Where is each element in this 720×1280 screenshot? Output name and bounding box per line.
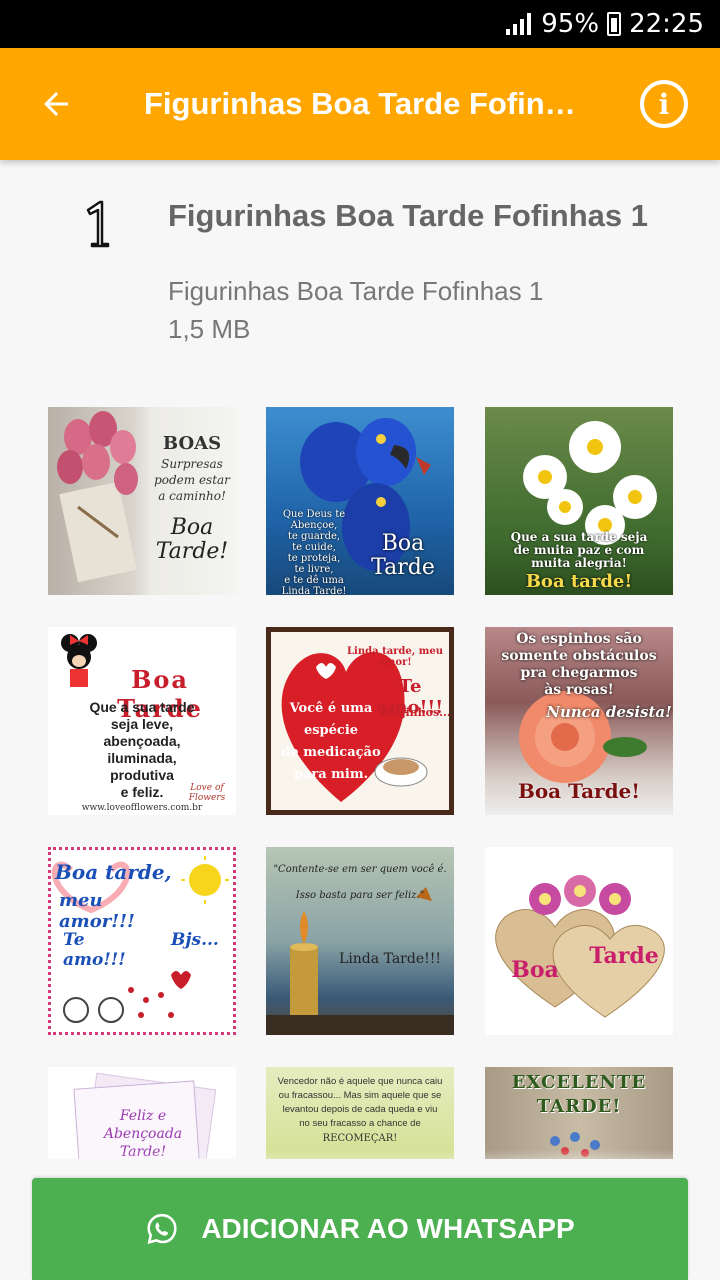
sticker-coracao-medicacao[interactable]: Linda tarde, meu amor! Te amo!!! Beijinh…	[266, 627, 454, 815]
app-bar: Figurinhas Boa Tarde Fofinhas 1 i	[0, 48, 720, 160]
sticker-coracoes-rosas[interactable]: Boa Tarde	[485, 847, 673, 1035]
info-icon: i	[640, 80, 688, 128]
pack-size: 1,5 MB	[168, 314, 251, 344]
status-bar: 95% 22:25	[0, 0, 720, 48]
signal-icon	[506, 13, 532, 35]
tulips-image	[57, 411, 138, 583]
info-button[interactable]: i	[608, 48, 720, 160]
pack-name: Figurinhas Boa Tarde Fofinhas 1	[168, 198, 648, 233]
battery-icon	[607, 12, 622, 36]
sticker-margaridas[interactable]: Que a sua tarde seja de muita paz e com mu…	[485, 407, 673, 595]
sticker-vencedor[interactable]: Vencedor não é aquele que nunca caiu ou f…	[266, 1067, 454, 1159]
add-to-whatsapp-button[interactable]: ADICIONAR AO WHATSAPP	[32, 1178, 688, 1280]
sticker-grid: BOAS Surpresas podem estar a caminho! Bo…	[48, 407, 674, 1159]
clock: 22:25	[629, 9, 704, 39]
arrow-back-icon	[44, 92, 68, 116]
hearts-roses-image	[495, 875, 665, 1018]
sticker-araras-boa-tarde[interactable]: Que Deus te Abençoe, te guarde, te cuide, …	[266, 407, 454, 595]
sticker-vela[interactable]: "Contente-se em ser quem você é. Isso bas…	[266, 847, 454, 1035]
add-button-label: ADICIONAR AO WHATSAPP	[201, 1213, 575, 1244]
battery-percent: 95%	[541, 9, 600, 39]
sticker-rosa-espinhos[interactable]: Os espinhos são somente obstáculos pra ch…	[485, 627, 673, 815]
back-button[interactable]	[0, 48, 112, 160]
sticker-boas-surpresas[interactable]: BOAS Surpresas podem estar a caminho! Bo…	[48, 407, 236, 595]
sticker-meu-amor[interactable]: Boa tarde, meu amor!!! Te amo!!! Bjs...	[48, 847, 236, 1035]
page-title: Figurinhas Boa Tarde Fofinhas 1	[144, 86, 582, 121]
whatsapp-icon	[147, 1213, 177, 1245]
sticker-excelente-tarde[interactable]: EXCELENTE TARDE!	[485, 1067, 673, 1159]
pack-details: Figurinhas Boa Tarde Fofinhas 1 1,5 MB	[168, 272, 543, 348]
sticker-feliz-abencoada[interactable]: Feliz eAbençoadaTarde!	[48, 1067, 236, 1159]
sticker-minnie[interactable]: Boa Tarde Que a sua tarde seja leve, aben…	[48, 627, 236, 815]
scroll-fade	[0, 1150, 720, 1180]
pack-publisher: Figurinhas Boa Tarde Fofinhas 1	[168, 276, 544, 306]
tray-icon	[86, 200, 110, 248]
